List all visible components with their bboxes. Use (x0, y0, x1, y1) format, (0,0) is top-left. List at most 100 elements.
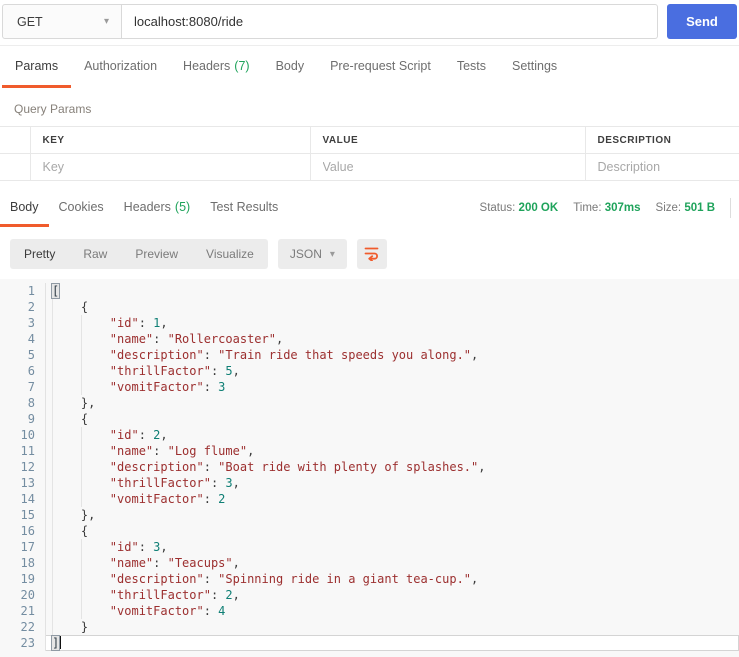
size-badge: Size: 501 B (655, 202, 715, 214)
value-column-header: VALUE (309, 126, 585, 154)
response-view-toolbar: Pretty Raw Preview Visualize JSON ▾ (10, 239, 729, 269)
response-tabs: Body Cookies Headers (5) Test Results (0, 189, 288, 227)
time-badge: Time: 307ms (573, 202, 641, 214)
indent-guide (80, 363, 82, 379)
line-number: 7 (0, 379, 46, 395)
line-number: 16 (0, 523, 46, 539)
tab-settings[interactable]: Settings (499, 46, 570, 88)
code-line: 9 { (0, 411, 739, 427)
indent-guide (80, 491, 82, 507)
indent-guide (52, 363, 53, 379)
query-params-heading: Query Params (14, 102, 92, 116)
line-number: 4 (0, 331, 46, 347)
request-bar: GET ▾ Send (0, 0, 739, 40)
value-input[interactable] (310, 154, 585, 180)
indent-guide (80, 315, 82, 331)
method-select[interactable]: GET ▾ (2, 4, 122, 39)
line-number: 1 (0, 283, 46, 299)
indent-guide (52, 539, 53, 555)
code-line: 22 } (0, 619, 739, 635)
tab-response-body[interactable]: Body (0, 189, 49, 227)
indent-guide (80, 555, 82, 571)
tab-headers[interactable]: Headers (7) (170, 46, 263, 88)
indent-guide (52, 411, 53, 427)
tab-tests[interactable]: Tests (444, 46, 499, 88)
code-line: 12 "description": "Boat ride with plenty… (0, 459, 739, 475)
tab-response-headers[interactable]: Headers (5) (114, 189, 201, 227)
line-number: 2 (0, 299, 46, 315)
indent-guide (80, 587, 82, 603)
code-line: 10 "id": 2, (0, 427, 739, 443)
raw-button[interactable]: Raw (69, 239, 121, 269)
preview-button[interactable]: Preview (121, 239, 192, 269)
code-line: 6 "thrillFactor": 5, (0, 363, 739, 379)
indent-guide (52, 491, 53, 507)
wrap-text-button[interactable] (356, 239, 387, 269)
text-cursor (59, 636, 62, 649)
tab-body[interactable]: Body (263, 46, 318, 88)
indent-guide (52, 603, 53, 619)
response-body-editor[interactable]: 1[2 {3 "id": 1, 4 "name": "Rollercoaster"… (0, 279, 739, 657)
line-number: 9 (0, 411, 46, 427)
indent-guide (52, 475, 53, 491)
key-input[interactable] (30, 154, 310, 180)
indent-guide (52, 507, 53, 523)
line-number: 14 (0, 491, 46, 507)
key-column-header: KEY (29, 126, 310, 154)
indent-guide (80, 539, 82, 555)
line-number: 22 (0, 619, 46, 635)
line-number: 10 (0, 427, 46, 443)
tab-cookies[interactable]: Cookies (49, 189, 114, 227)
indent-guide (80, 603, 82, 619)
response-meta: Status: 200 OK Time: 307ms Size: 501 B (480, 189, 739, 227)
description-input[interactable] (585, 154, 739, 180)
checkbox-column-header (0, 126, 30, 154)
indent-guide (52, 619, 53, 635)
line-number: 8 (0, 395, 46, 411)
indent-guide (52, 427, 53, 443)
method-label: GET (17, 14, 43, 29)
indent-guide (52, 523, 53, 539)
indent-guide (52, 379, 53, 395)
tab-test-results[interactable]: Test Results (200, 189, 288, 227)
line-number: 6 (0, 363, 46, 379)
line-number: 23 (0, 635, 46, 651)
code-line: 5 "description": "Train ride that speeds… (0, 347, 739, 363)
line-number: 17 (0, 539, 46, 555)
tab-params[interactable]: Params (2, 46, 72, 88)
pretty-button[interactable]: Pretty (10, 239, 69, 269)
table-header-row: KEY VALUE DESCRIPTION (0, 126, 739, 154)
code-line: 2 { (0, 299, 739, 315)
indent-guide (52, 347, 53, 363)
indent-guide (80, 571, 82, 587)
line-number: 11 (0, 443, 46, 459)
chevron-down-icon: ▾ (103, 16, 109, 27)
code-line: 7 "vomitFactor": 3 (0, 379, 739, 395)
visualize-button[interactable]: Visualize (192, 239, 268, 269)
line-number: 21 (0, 603, 46, 619)
chevron-down-icon: ▾ (329, 248, 335, 260)
line-number: 15 (0, 507, 46, 523)
code-line: 16 { (0, 523, 739, 539)
format-select[interactable]: JSON ▾ (277, 239, 347, 269)
tab-authorization[interactable]: Authorization (71, 46, 170, 88)
code-line: 15 }, (0, 507, 739, 523)
code-line: 8 }, (0, 395, 739, 411)
indent-guide (80, 331, 82, 347)
wrap-text-icon (363, 244, 380, 264)
url-input[interactable] (122, 4, 658, 39)
send-button[interactable]: Send (667, 4, 737, 39)
row-checkbox-cell[interactable] (0, 153, 30, 181)
indent-guide (52, 315, 53, 331)
line-number: 3 (0, 315, 46, 331)
code-line: 11 "name": "Log flume", (0, 443, 739, 459)
code-line: 3 "id": 1, (0, 315, 739, 331)
code-line: 18 "name": "Teacups", (0, 555, 739, 571)
tab-pre-request-script[interactable]: Pre-request Script (317, 46, 444, 88)
code-line: 1[ (0, 283, 739, 299)
line-number: 18 (0, 555, 46, 571)
indent-guide (52, 555, 53, 571)
indent-guide (52, 299, 53, 315)
code-line: 17 "id": 3, (0, 539, 739, 555)
indent-guide (80, 475, 82, 491)
